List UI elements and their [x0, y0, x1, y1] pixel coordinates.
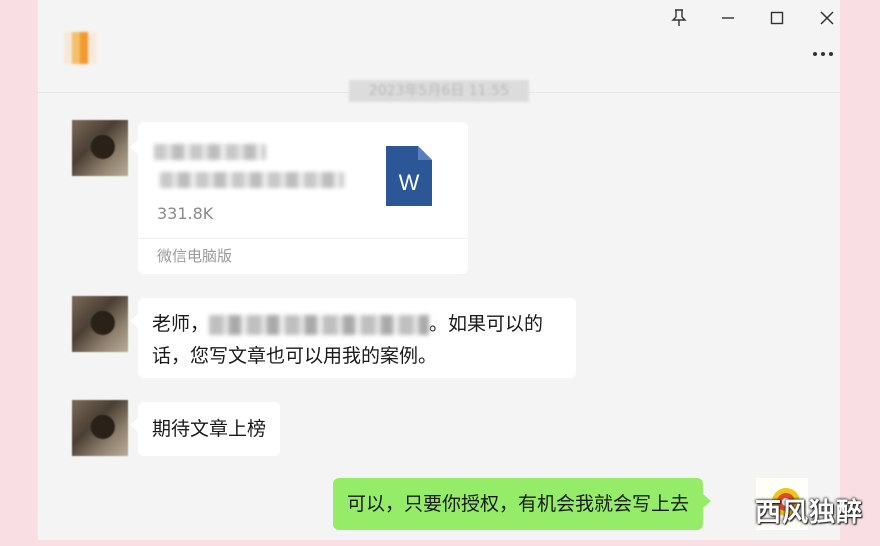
file-size: 331.8K — [157, 204, 214, 223]
message-timestamp: 2023年5月6日 11:55 — [349, 80, 529, 102]
contact-avatar[interactable] — [64, 32, 96, 64]
maximize-button[interactable] — [763, 6, 791, 30]
pin-icon — [671, 9, 687, 26]
text-message[interactable]: 期待文章上榜 — [129, 402, 281, 456]
more-button[interactable] — [810, 44, 836, 64]
file-name-redacted — [154, 144, 266, 160]
message-text: 话，您写文章也可以用我的案例。 — [152, 345, 438, 367]
minimize-icon — [722, 17, 734, 19]
message-line: 老师， 。如果可以的 — [152, 308, 562, 340]
sender-avatar[interactable] — [72, 296, 128, 352]
sender-avatar[interactable] — [72, 400, 128, 456]
close-button[interactable] — [813, 6, 840, 30]
message-text: 期待文章上榜 — [152, 418, 267, 440]
sender-avatar[interactable] — [72, 120, 128, 176]
word-file-icon: W — [386, 146, 432, 206]
text-message[interactable]: 老师， 。如果可以的 话，您写文章也可以用我的案例。 — [130, 298, 576, 378]
minimize-button[interactable] — [714, 6, 742, 30]
chat-window: 2023年5月6日 11:55 W 331.8K 微信电脑版 老师， 。如果可以的… — [38, 0, 840, 540]
message-text: 老师， — [152, 313, 210, 335]
file-source-label: 微信电脑版 — [157, 247, 233, 265]
file-name-redacted-line2 — [160, 172, 344, 188]
close-icon — [820, 11, 834, 25]
redacted-text — [209, 314, 430, 335]
svg-text:W: W — [399, 170, 420, 195]
divider — [138, 238, 468, 239]
watermark: 西风独醉 — [755, 498, 864, 528]
message-text: 可以，只要你授权，有机会我就会写上去 — [347, 493, 690, 515]
self-message[interactable]: 可以，只要你授权，有机会我就会写上去 — [333, 478, 712, 530]
maximize-icon — [770, 11, 784, 25]
pin-button[interactable] — [665, 6, 693, 30]
message-text: 。如果可以的 — [429, 313, 544, 335]
more-icon — [813, 52, 833, 56]
file-message[interactable]: W 331.8K 微信电脑版 — [130, 122, 468, 274]
